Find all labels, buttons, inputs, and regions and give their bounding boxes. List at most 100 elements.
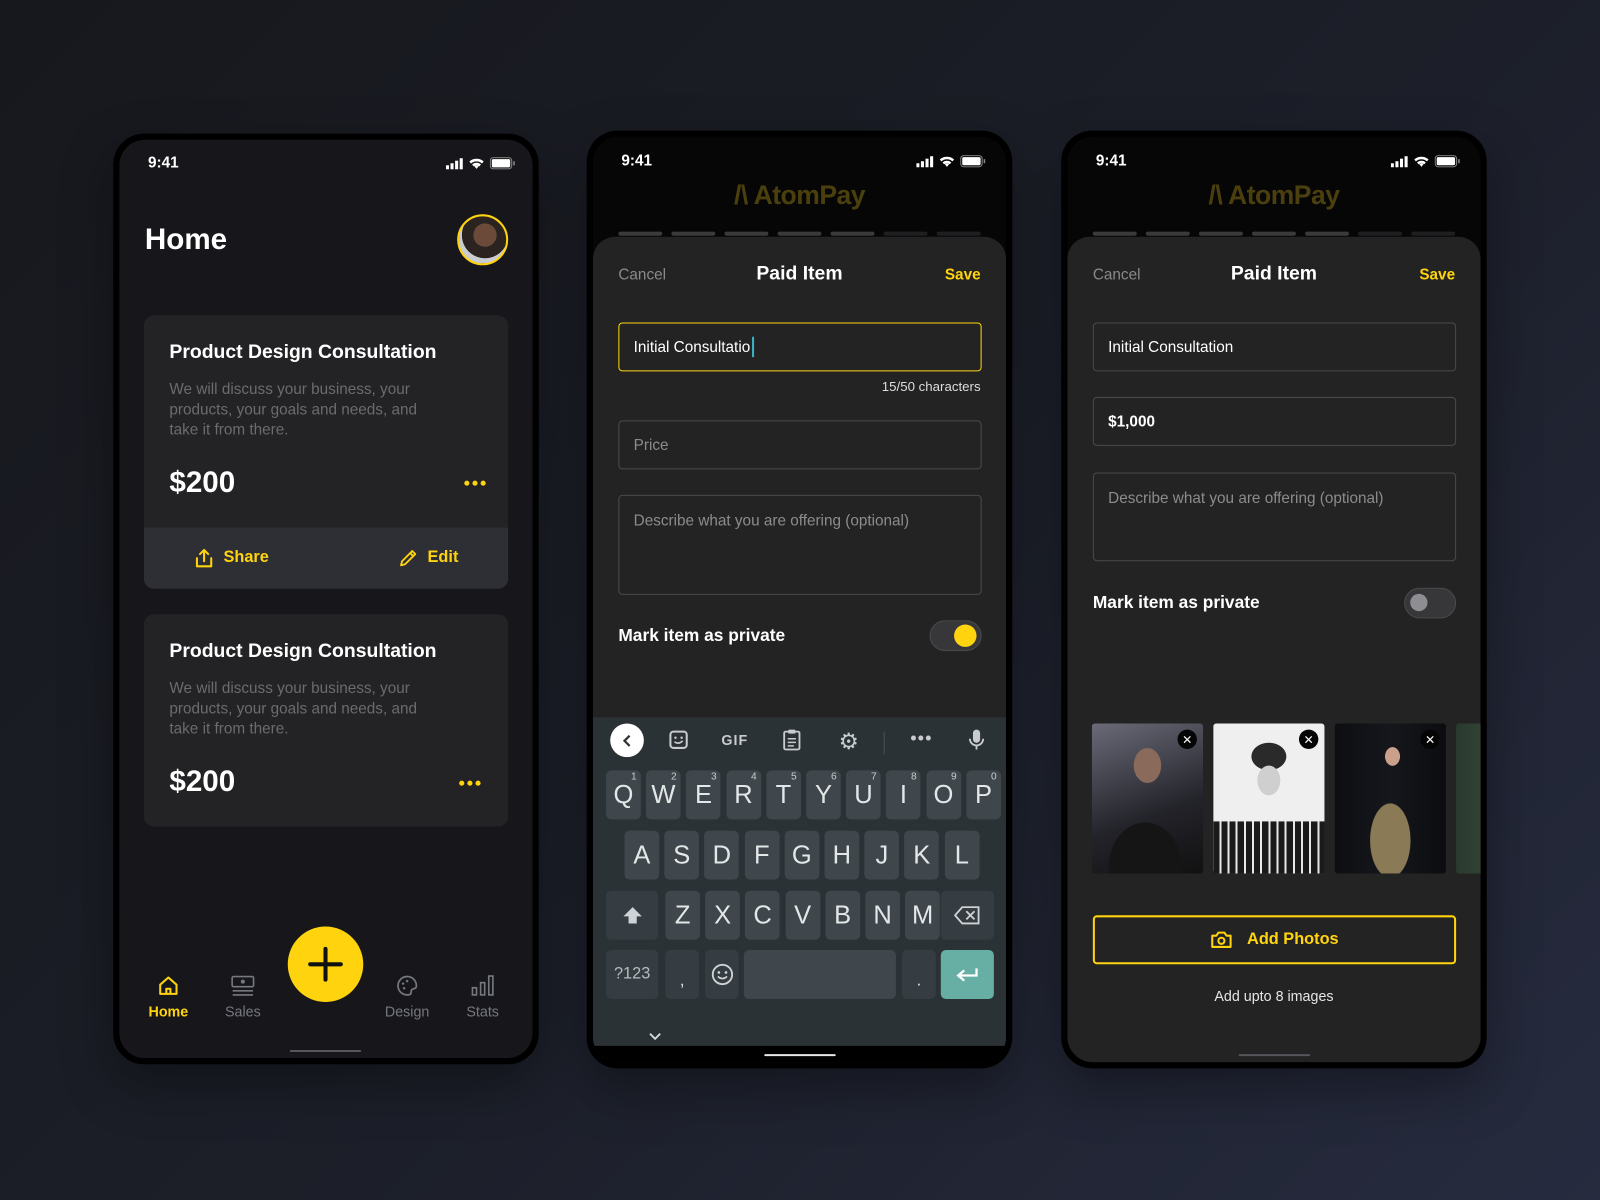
key-j[interactable]: J (864, 830, 900, 880)
nav-design[interactable]: Design (371, 974, 442, 1019)
enter-key[interactable] (940, 949, 994, 999)
item-card[interactable]: Product Design Consultation We will disc… (143, 614, 509, 827)
key-h[interactable]: H (824, 830, 860, 880)
more-options-icon[interactable] (459, 780, 481, 786)
key-label: X (714, 900, 732, 930)
price-value: $1,000 (1108, 412, 1155, 431)
nav-sales[interactable]: Sales (207, 974, 278, 1019)
key-d[interactable]: D (704, 830, 740, 880)
more-icon[interactable]: ••• (910, 728, 932, 749)
key-c[interactable]: C (745, 890, 780, 940)
key-number-hint: 5 (791, 771, 797, 783)
save-button[interactable]: Save (1419, 266, 1455, 283)
nav-stats[interactable]: Stats (447, 974, 518, 1019)
save-button[interactable]: Save (945, 266, 981, 283)
private-toggle[interactable] (929, 620, 982, 652)
key-w[interactable]: W2 (646, 770, 681, 820)
key-s[interactable]: S (664, 830, 700, 880)
description-input[interactable]: Describe what you are offering (optional… (618, 494, 982, 595)
key-z[interactable]: Z (665, 890, 700, 940)
description-input[interactable]: Describe what you are offering (optional… (1092, 472, 1457, 562)
clipboard-icon[interactable] (783, 729, 801, 751)
shift-key[interactable] (606, 890, 659, 940)
key-m[interactable]: M (905, 890, 940, 940)
key-b[interactable]: B (825, 890, 860, 940)
key-t[interactable]: T5 (766, 770, 801, 820)
private-toggle[interactable] (1404, 587, 1457, 619)
key-k[interactable]: K (904, 830, 940, 880)
key-label: I (899, 780, 907, 809)
photo-thumbnail[interactable] (1456, 723, 1481, 874)
photo-thumbnail[interactable]: ✕ (1334, 723, 1446, 874)
remove-photo-icon[interactable]: ✕ (1177, 729, 1197, 749)
description-placeholder: Describe what you are offering (optional… (1108, 489, 1384, 508)
key-r[interactable]: R4 (726, 770, 761, 820)
key-l[interactable]: L (944, 830, 980, 880)
key-label: E (694, 780, 712, 809)
home-indicator (764, 1054, 836, 1057)
key-label: Z (674, 900, 691, 930)
key-p[interactable]: P0 (966, 770, 1001, 820)
key-e[interactable]: E3 (686, 770, 721, 820)
key-number-hint: 7 (871, 771, 877, 783)
wifi-icon (1414, 156, 1429, 167)
item-name-input[interactable]: Initial Consultation (1092, 322, 1457, 372)
wifi-icon (939, 156, 955, 167)
item-name-input[interactable]: Initial Consultatio (618, 322, 982, 372)
more-options-icon[interactable] (464, 480, 486, 486)
plus-icon (308, 946, 343, 982)
sticker-icon[interactable] (668, 730, 688, 750)
key-i[interactable]: I8 (886, 770, 921, 820)
key-f[interactable]: F (744, 830, 780, 880)
key-label: . (916, 972, 922, 990)
battery-icon (960, 155, 986, 168)
photo-thumbnail[interactable]: ✕ (1213, 723, 1325, 874)
emoji-key[interactable] (705, 949, 739, 999)
key-n[interactable]: N (865, 890, 900, 940)
mic-icon[interactable] (968, 729, 985, 751)
home-icon (159, 976, 178, 995)
key-number-hint: 2 (671, 771, 677, 783)
remove-photo-icon[interactable]: ✕ (1298, 729, 1319, 749)
key-a[interactable]: A (624, 830, 660, 880)
share-button[interactable]: Share (195, 548, 269, 568)
home-screen: 9:41 Home Product Design Consultation We… (119, 139, 533, 1059)
key-y[interactable]: Y6 (806, 770, 841, 820)
gif-button[interactable]: GIF (721, 732, 748, 748)
key-label: S (673, 840, 691, 869)
key-v[interactable]: V (785, 890, 820, 940)
key-x[interactable]: X (705, 890, 740, 940)
key-label: C (753, 900, 772, 930)
photo-thumbnail[interactable]: ✕ (1091, 723, 1204, 874)
add-item-button[interactable] (287, 926, 364, 1003)
key-label: K (913, 840, 931, 869)
paid-item-screen-filled: 9:41 /\ AtomPay Cancel Paid Item Save In… (1067, 136, 1481, 1063)
add-photos-button[interactable]: Add Photos (1092, 915, 1457, 965)
avatar[interactable] (457, 214, 509, 266)
space-key[interactable] (743, 949, 896, 999)
settings-icon[interactable]: ⚙ (839, 729, 859, 756)
hide-keyboard-icon[interactable] (648, 1028, 662, 1046)
text-cursor (752, 336, 754, 358)
card-actions: Share Edit (143, 527, 509, 589)
price-input[interactable]: Price (618, 420, 982, 470)
comma-key[interactable]: , (665, 949, 699, 999)
backspace-key[interactable] (940, 890, 994, 940)
key-g[interactable]: G (784, 830, 820, 880)
private-label: Mark item as private (1092, 592, 1260, 613)
period-key[interactable]: . (902, 949, 936, 999)
toggle-knob (954, 624, 977, 647)
nav-home[interactable]: Home (133, 974, 204, 1019)
key-o[interactable]: O9 (926, 770, 961, 820)
status-time: 9:41 (621, 152, 653, 170)
key-q[interactable]: Q1 (606, 770, 641, 820)
remove-photo-icon[interactable]: ✕ (1420, 729, 1440, 749)
back-icon[interactable] (610, 723, 644, 758)
status-time: 9:41 (147, 154, 179, 172)
item-card[interactable]: Product Design Consultation We will disc… (143, 315, 509, 589)
key-u[interactable]: U7 (846, 770, 881, 820)
battery-icon (1434, 155, 1460, 168)
price-input[interactable]: $1,000 (1092, 396, 1457, 446)
symbols-key[interactable]: ?123 (606, 949, 659, 999)
edit-button[interactable]: Edit (399, 549, 458, 567)
